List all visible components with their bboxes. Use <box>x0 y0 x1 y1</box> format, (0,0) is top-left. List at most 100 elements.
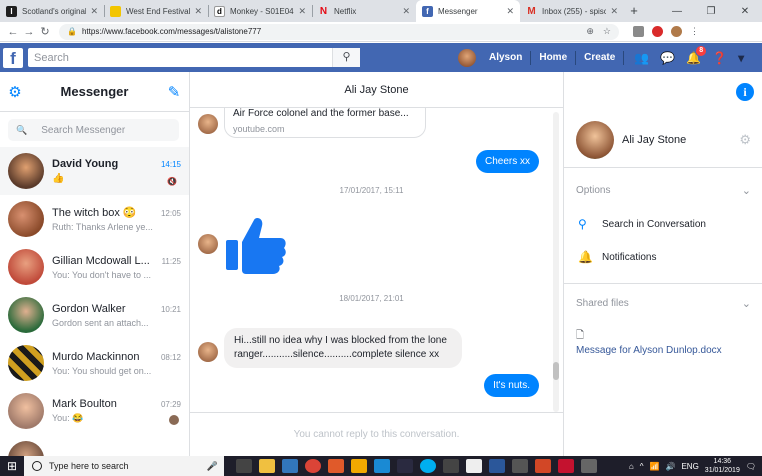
conversation-item[interactable]: Gordon Walker 10:21 Gordon sent an attac… <box>0 291 189 339</box>
calculator-icon[interactable] <box>512 459 528 473</box>
thread-scrollbar[interactable] <box>553 112 559 412</box>
conversation-item[interactable] <box>0 435 189 456</box>
powerpoint-icon[interactable] <box>535 459 551 473</box>
new-tab-button[interactable]: + <box>624 0 644 22</box>
skype-icon[interactable] <box>420 459 436 473</box>
volume-icon[interactable]: 🔊 <box>665 462 675 471</box>
browser-tab[interactable]: N Netflix ✕ <box>312 0 416 22</box>
action-center-icon[interactable]: 🗨 <box>746 462 756 471</box>
outgoing-message[interactable]: Cheers xx <box>475 150 539 173</box>
browser-tab-active[interactable]: f Messenger ✕ <box>416 0 520 22</box>
pdf-icon[interactable] <box>558 459 574 473</box>
conversation-item[interactable]: The witch box 😳 12:05 Ruth: Thanks Arlen… <box>0 195 189 243</box>
facebook-search-input[interactable]: Search ⚲ <box>28 48 360 67</box>
search-in-conversation-option[interactable]: ⚲ Search in Conversation <box>564 209 762 239</box>
create-link[interactable]: Create <box>576 52 623 63</box>
browser-tab[interactable]: West End Festival 20 ✕ <box>104 0 208 22</box>
messenger-search-input[interactable]: 🔍 Search Messenger <box>8 119 179 141</box>
conversation-settings-gear-icon[interactable]: ⚙ <box>739 132 751 148</box>
scrollbar-thumb[interactable] <box>553 362 559 380</box>
tab-close-icon[interactable]: ✕ <box>298 6 306 17</box>
contact-profile-avatar[interactable] <box>576 120 614 159</box>
extension-icon[interactable] <box>633 26 644 37</box>
home-link[interactable]: Home <box>531 52 575 63</box>
message-list[interactable]: Air Force colonel and the former base...… <box>190 108 563 412</box>
thumbs-up-sticker-icon[interactable] <box>224 214 288 278</box>
facebook-logo[interactable]: f <box>3 47 23 68</box>
thread-contact-name[interactable]: Ali Jay Stone <box>344 84 408 96</box>
browser-tab[interactable]: M Inbox (255) - spiscot ✕ <box>520 0 624 22</box>
tab-close-icon[interactable]: ✕ <box>194 6 202 17</box>
new-message-icon[interactable]: ✎ <box>159 83 189 101</box>
notifications-icon[interactable]: 🔔 8 <box>686 44 708 65</box>
help-icon[interactable]: ❓ <box>712 51 727 65</box>
taskbar-apps <box>236 459 597 473</box>
taskbar-search-input[interactable]: Type here to search 🎤 <box>24 456 224 476</box>
profile-link[interactable]: Alyson <box>481 52 530 63</box>
info-icon[interactable]: i <box>736 83 754 101</box>
tab-close-icon[interactable]: ✕ <box>506 6 514 17</box>
messenger-icon[interactable]: 💬 <box>660 51 675 65</box>
opera-icon[interactable] <box>652 26 663 37</box>
task-view-icon[interactable] <box>236 459 252 473</box>
file-name: Message for Alyson Dunlop.docx <box>576 345 722 356</box>
app-icon[interactable] <box>328 459 344 473</box>
browser-tab[interactable]: I Scotland's original re ✕ <box>0 0 104 22</box>
conversation-item[interactable]: Mark Boulton 07:29 You: 😂 <box>0 387 189 435</box>
address-bar[interactable]: 🔒 https://www.facebook.com/messages/t/al… <box>59 23 619 40</box>
close-window-icon[interactable]: ✕ <box>728 6 762 17</box>
people-icon[interactable]: ⌂ <box>629 462 634 471</box>
search-icon[interactable]: ⚲ <box>332 48 360 67</box>
file-explorer-icon[interactable] <box>259 459 275 473</box>
chrome-icon[interactable] <box>305 459 321 473</box>
zoom-icon[interactable]: ⊕ <box>586 26 594 37</box>
windows-start-icon[interactable]: ⊞ <box>0 459 24 473</box>
browser-tab[interactable]: d Monkey - S01E04 - F ✕ <box>208 0 312 22</box>
mail-icon[interactable] <box>466 459 482 473</box>
conversation-snippet: Ruth: Thanks Arlene ye... <box>52 222 153 232</box>
chrome-menu-icon[interactable]: ⋮ <box>690 26 699 37</box>
outgoing-message[interactable]: It's nuts. <box>484 374 539 397</box>
options-section-header[interactable]: Options ⌄ <box>564 173 762 207</box>
conversation-item[interactable]: David Young 14:15 👍 🔇 <box>0 147 189 195</box>
reload-icon[interactable]: ↻ <box>37 25 53 38</box>
forward-icon[interactable]: → <box>21 26 37 38</box>
back-icon[interactable]: ← <box>5 26 21 38</box>
user-avatar[interactable] <box>458 48 476 67</box>
taskbar-clock[interactable]: 14:36 31/01/2019 <box>705 457 740 475</box>
tab-favicon: f <box>422 5 433 17</box>
tab-close-icon[interactable]: ✕ <box>610 6 618 17</box>
photos-icon[interactable] <box>581 459 597 473</box>
store-icon[interactable] <box>443 459 459 473</box>
microphone-icon[interactable]: 🎤 <box>207 461 218 472</box>
minimize-icon[interactable]: — <box>660 6 694 17</box>
incoming-message[interactable]: Hi...still no idea why I was blocked fro… <box>224 328 462 368</box>
maximize-icon[interactable]: ❐ <box>694 6 728 17</box>
tab-close-icon[interactable]: ✕ <box>90 6 98 17</box>
app-icon[interactable] <box>397 459 413 473</box>
bookmark-star-icon[interactable]: ☆ <box>603 26 611 37</box>
profile-avatar-icon[interactable] <box>671 26 682 37</box>
kodi-icon[interactable] <box>374 459 390 473</box>
account-menu-icon[interactable]: ▾ <box>738 51 744 65</box>
conversation-item[interactable]: Murdo Mackinnon 08:12 You: You should ge… <box>0 339 189 387</box>
search-placeholder: Search <box>34 51 69 64</box>
tray-chevron-icon[interactable]: ^ <box>640 462 644 471</box>
app-icon[interactable] <box>351 459 367 473</box>
tab-favicon: M <box>527 5 536 17</box>
link-preview-card[interactable]: Air Force colonel and the former base...… <box>224 108 426 138</box>
notifications-option[interactable]: 🔔 Notifications <box>564 242 762 272</box>
friend-requests-icon[interactable]: 👥 <box>634 51 649 65</box>
wifi-icon[interactable]: 📶 <box>650 462 660 471</box>
language-indicator[interactable]: ENG <box>681 462 698 471</box>
conversation-item[interactable]: Gillian Mcdowall L... 11:25 You: You don… <box>0 243 189 291</box>
edge-icon[interactable] <box>282 459 298 473</box>
shared-files-section-header[interactable]: Shared files ⌄ <box>564 286 762 320</box>
conversation-time: 08:12 <box>160 352 181 362</box>
word-icon[interactable] <box>489 459 505 473</box>
contact-profile-name[interactable]: Ali Jay Stone <box>622 134 739 146</box>
conversation-avatar <box>8 345 44 381</box>
settings-gear-icon[interactable]: ⚙ <box>0 83 30 101</box>
tab-close-icon[interactable]: ✕ <box>402 6 410 17</box>
shared-file-link[interactable]: 🗋 Message for Alyson Dunlop.docx <box>576 328 722 356</box>
